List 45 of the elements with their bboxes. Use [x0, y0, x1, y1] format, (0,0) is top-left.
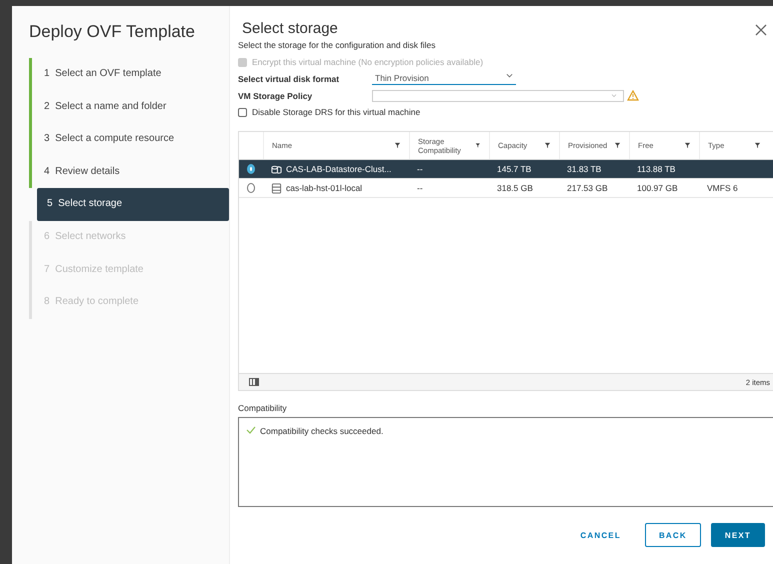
table-cell: VMFS 6	[707, 183, 738, 193]
table-cell: 31.83 TB	[567, 164, 602, 174]
datastore-cluster-icon	[271, 164, 282, 174]
radio-button[interactable]	[247, 164, 255, 174]
table-cell: 217.53 GB	[567, 183, 608, 193]
wizard-step[interactable]: 3 Select a compute resource	[29, 123, 229, 156]
checkbox-label: Disable Storage DRS for this virtual machine	[252, 107, 420, 117]
checkbox-label: Encrypt this virtual machine (No encryption policies available)	[252, 57, 484, 67]
close-icon[interactable]	[755, 24, 767, 36]
table-cell: CAS-LAB-Datastore-Clust...	[286, 164, 392, 174]
field-label: VM Storage Policy	[238, 90, 314, 100]
radio-button[interactable]	[247, 183, 255, 193]
checkbox[interactable]	[238, 108, 247, 116]
table-row[interactable]: cas-lab-hst-01l-local -- 318.5 GB 217.53 GB 100.97 GB VMFS 6	[239, 179, 773, 198]
section-label: Compatibility	[238, 403, 288, 413]
table-cell: 113.88 TB	[637, 164, 676, 174]
next-button[interactable]: NEXT	[710, 523, 765, 547]
filter-icon[interactable]	[394, 142, 401, 149]
filter-icon[interactable]	[544, 142, 551, 149]
table-cell: cas-lab-hst-01l-local	[286, 183, 362, 193]
database-icon	[271, 182, 282, 194]
field-label: Select virtual disk format	[238, 74, 340, 84]
compatibility-message: Compatibility checks succeeded.	[260, 426, 384, 436]
table-row[interactable]: CAS-LAB-Datastore-Clust... -- 145.7 TB 31.83 TB 113.88 TB	[239, 160, 773, 179]
filter-icon[interactable]	[754, 142, 761, 149]
cancel-button[interactable]: CANCEL	[566, 523, 635, 547]
table-cell: 100.97 GB	[637, 183, 678, 193]
wizard-title: Deploy OVF Template	[29, 22, 196, 42]
filter-icon[interactable]	[475, 142, 481, 149]
chevron-down-icon	[611, 94, 617, 98]
back-button[interactable]: BACK	[644, 523, 701, 547]
chevron-down-icon	[506, 73, 513, 79]
page-subtitle: Select the storage for the configuration and disk files	[238, 40, 437, 50]
table-cell: --	[417, 164, 423, 174]
page-title: Select storage	[242, 20, 338, 37]
filter-icon[interactable]	[614, 142, 621, 149]
wizard-step[interactable]: 5 Select storage	[37, 188, 229, 221]
filter-icon[interactable]	[684, 142, 691, 149]
column-toggle-icon[interactable]	[249, 378, 259, 386]
disk-format-dropdown[interactable]: Thin Provision	[372, 72, 516, 85]
wizard-step[interactable]: 1 Select an OVF template	[29, 58, 229, 91]
table-cell: --	[417, 183, 423, 193]
wizard-step[interactable]: 2 Select a name and folder	[29, 90, 229, 124]
table-cell: 318.5 GB	[497, 183, 533, 193]
table-cell: 145.7 TB	[497, 164, 532, 174]
